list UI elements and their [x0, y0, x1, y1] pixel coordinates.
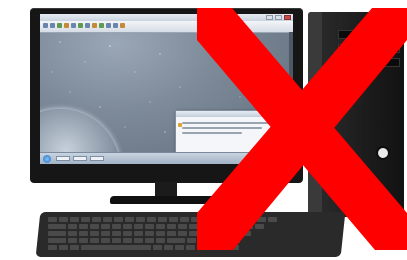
red-cross-icon: [197, 8, 407, 250]
